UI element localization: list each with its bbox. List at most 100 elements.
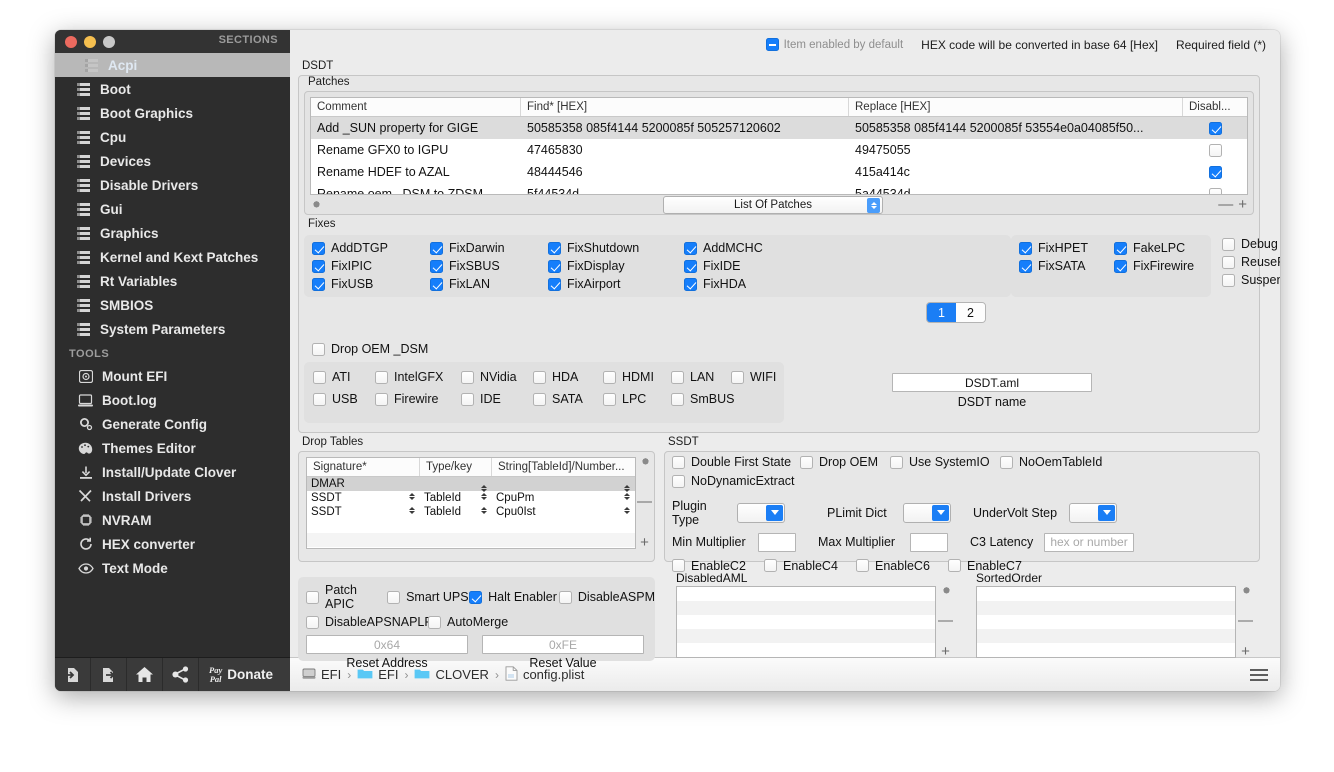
checkbox-fixdarwin[interactable]: FixDarwin: [430, 241, 548, 255]
sidebar-item-hex-converter[interactable]: HEX converter: [55, 532, 290, 556]
checkbox-icon[interactable]: [430, 241, 443, 255]
sidebar-item-boot-graphics[interactable]: Boot Graphics: [55, 101, 290, 125]
checkbox-icon[interactable]: [1222, 237, 1235, 251]
add-drop-table-button[interactable]: +: [640, 534, 650, 551]
page-1-button[interactable]: 1: [927, 303, 956, 322]
patches-table[interactable]: Comment Find* [HEX] Replace [HEX] Disabl…: [310, 97, 1248, 195]
checkbox-icon[interactable]: [684, 241, 697, 255]
remove-drop-table-button[interactable]: —: [637, 493, 653, 510]
checkbox-icon[interactable]: [306, 615, 319, 629]
sidebar-item-gui[interactable]: Gui: [55, 197, 290, 221]
stepper-icon[interactable]: [409, 507, 415, 514]
checkbox-fixsata[interactable]: FixSATA: [1019, 259, 1114, 273]
list-item[interactable]: [677, 615, 935, 629]
list-of-patches-dropdown[interactable]: List Of Patches: [663, 195, 883, 214]
sorted-order-listbox[interactable]: [976, 586, 1236, 658]
undervolt-step-select[interactable]: [1069, 502, 1117, 523]
list-item[interactable]: [677, 629, 935, 643]
sidebar-item-themes-editor[interactable]: Themes Editor: [55, 436, 290, 460]
checkbox-icon[interactable]: [461, 392, 474, 406]
sidebar-item-generate-config[interactable]: Generate Config: [55, 412, 290, 436]
checkbox-lan[interactable]: LAN: [671, 370, 731, 384]
table-row-empty[interactable]: [307, 519, 635, 533]
table-row[interactable]: SSDT TableId Cpu0Ist: [307, 505, 635, 519]
sidebar-item-devices[interactable]: Devices: [55, 149, 290, 173]
sidebar-item-text-mode[interactable]: Text Mode: [55, 556, 290, 580]
dsdt-name-input[interactable]: DSDT.aml: [892, 373, 1092, 392]
sidebar-item-graphics[interactable]: Graphics: [55, 221, 290, 245]
stepper-icon[interactable]: [481, 507, 487, 514]
table-row[interactable]: Rename HDEF to AZAL 48444546 415a414c: [311, 161, 1247, 183]
checkbox-smart-ups[interactable]: Smart UPS: [387, 590, 469, 604]
table-row-empty[interactable]: [307, 547, 635, 548]
chevron-updown-icon[interactable]: [867, 198, 880, 213]
checkbox-fakelpc[interactable]: FakeLPC: [1114, 241, 1214, 255]
table-row[interactable]: Add _SUN property for GIGE 50585358 085f…: [311, 117, 1247, 139]
plugin-type-select[interactable]: [737, 502, 785, 523]
cell-disabled[interactable]: [1183, 165, 1247, 179]
checkbox-icon[interactable]: [461, 370, 474, 384]
checkbox-sata[interactable]: SATA: [533, 392, 603, 406]
close-icon[interactable]: [65, 35, 77, 48]
reset-value-input[interactable]: 0xFE: [482, 635, 644, 654]
checkbox-icon[interactable]: [533, 392, 546, 406]
checkbox-patch-apic[interactable]: Patch APIC: [306, 583, 387, 611]
checkbox-fixdisplay[interactable]: FixDisplay: [548, 259, 684, 273]
chevron-down-icon[interactable]: [766, 504, 783, 521]
column-disabled[interactable]: Disabl...: [1183, 98, 1247, 116]
checkbox-drop-oem-dsm[interactable]: Drop OEM _DSM: [312, 342, 428, 356]
hamburger-icon[interactable]: [1250, 668, 1268, 681]
checkbox-icon[interactable]: [1019, 259, 1032, 273]
checkbox-fixipic[interactable]: FixIPIC: [312, 259, 430, 273]
sidebar-item-cpu[interactable]: Cpu: [55, 125, 290, 149]
sidebar-item-acpi[interactable]: Acpi: [55, 53, 290, 77]
sidebar-item-nvram[interactable]: NVRAM: [55, 508, 290, 532]
remove-patch-button[interactable]: —: [1218, 196, 1234, 213]
checkbox-ide[interactable]: IDE: [461, 392, 533, 406]
reset-address-input[interactable]: 0x64: [306, 635, 468, 654]
stepper-icon[interactable]: [624, 507, 630, 514]
checkbox-icon[interactable]: [1222, 255, 1235, 269]
checkbox-firewire[interactable]: Firewire: [375, 392, 461, 406]
checkbox-fixlan[interactable]: FixLAN: [430, 277, 548, 291]
drop-tables-table[interactable]: Signature* Type/key String[TableId]/Numb…: [306, 457, 636, 549]
chevron-down-icon[interactable]: [1098, 504, 1115, 521]
stepper-icon[interactable]: [409, 493, 415, 500]
checkbox-icon[interactable]: [375, 392, 388, 406]
list-item[interactable]: [977, 629, 1235, 643]
checkbox-suspendoverride[interactable]: SuspendOverride: [1222, 273, 1280, 287]
export-button[interactable]: [91, 658, 127, 691]
stepper-icon[interactable]: [481, 493, 487, 500]
checkbox-icon[interactable]: [672, 474, 685, 488]
checkbox-use-systemio[interactable]: Use SystemIO: [890, 455, 1000, 469]
table-row[interactable]: SSDT TableId CpuPm: [307, 491, 635, 505]
fixes-pager[interactable]: 1 2: [926, 302, 986, 323]
table-row[interactable]: Rename GFX0 to IGPU 47465830 49475055: [311, 139, 1247, 161]
checkbox-icon[interactable]: [312, 259, 325, 273]
checkbox-icon[interactable]: [313, 370, 326, 384]
chevron-down-icon[interactable]: [932, 504, 949, 521]
c3-latency-input[interactable]: hex or number: [1044, 532, 1134, 552]
stepper-icon[interactable]: [481, 485, 487, 492]
column-replace[interactable]: Replace [HEX]: [849, 98, 1183, 116]
checkbox-icon[interactable]: [375, 370, 388, 384]
checkbox-double-first-state[interactable]: Double First State: [672, 455, 800, 469]
checkbox-icon[interactable]: [684, 277, 697, 291]
checkbox-debug[interactable]: Debug: [1222, 237, 1280, 251]
checkbox-fixshutdown[interactable]: FixShutdown: [548, 241, 684, 255]
checkbox-fixhda[interactable]: FixHDA: [684, 277, 806, 291]
sidebar-item-boot-log[interactable]: Boot.log: [55, 388, 290, 412]
checkbox-icon[interactable]: [548, 259, 561, 273]
column-typekey[interactable]: Type/key: [420, 458, 492, 476]
checkbox-icon[interactable]: [672, 455, 685, 469]
checkbox-icon[interactable]: [533, 370, 546, 384]
drag-handle-icon[interactable]: [310, 197, 323, 212]
checkbox-enablec4[interactable]: EnableC4: [764, 559, 856, 573]
sidebar-item-smbios[interactable]: SMBIOS: [55, 293, 290, 317]
checkbox-nvidia[interactable]: NVidia: [461, 370, 533, 384]
checkbox-icon[interactable]: [1114, 241, 1127, 255]
checkbox-hdmi[interactable]: HDMI: [603, 370, 671, 384]
checkbox-nooemtableid[interactable]: NoOemTableId: [1000, 455, 1102, 469]
checkbox-icon[interactable]: [764, 559, 777, 572]
checkbox-icon[interactable]: [603, 370, 616, 384]
